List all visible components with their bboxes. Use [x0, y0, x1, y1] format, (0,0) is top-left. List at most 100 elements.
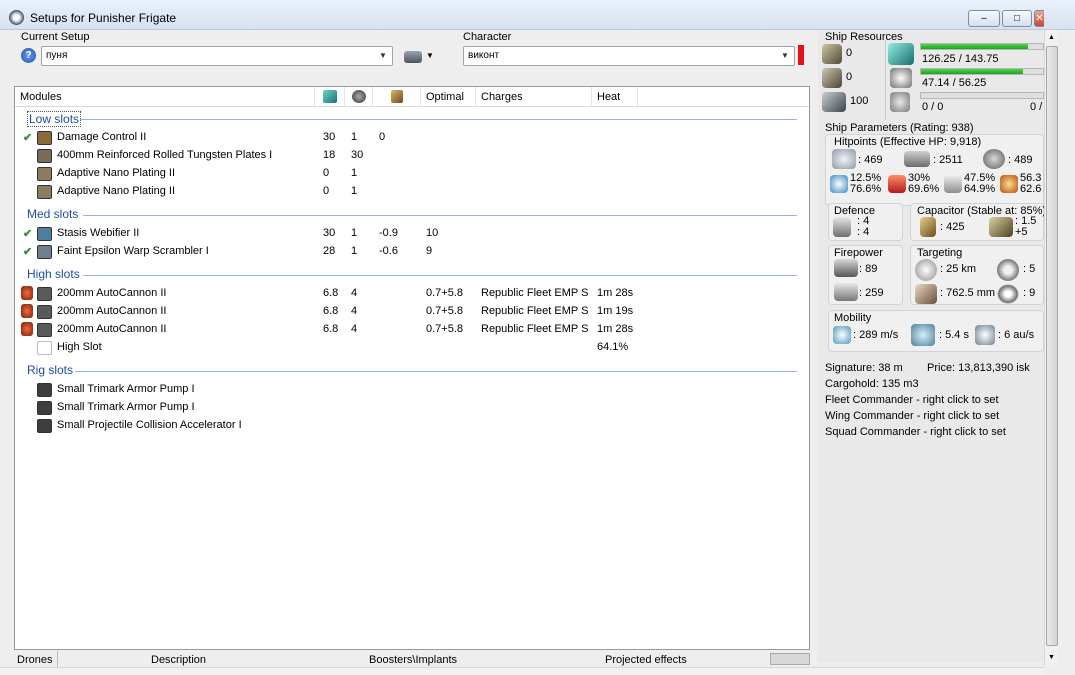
ship-icon	[404, 51, 422, 63]
online-check-icon[interactable]: ✔	[23, 245, 32, 258]
scan-resolution: : 762.5 mm	[940, 287, 996, 299]
cpu-bar	[920, 43, 1044, 50]
explosive-resist-icon	[1000, 175, 1018, 193]
module-power: 1	[351, 131, 358, 143]
window-title: Setups for Punisher Frigate	[30, 11, 177, 25]
col-modules[interactable]: Modules	[15, 87, 315, 107]
setup-select[interactable]: пуня ▼	[41, 46, 393, 66]
section-title: Rig slots	[27, 363, 74, 377]
module-cpu: 6.8	[323, 323, 339, 335]
module-capacitor: -0.9	[379, 227, 398, 239]
capacitor-amount: : 425	[940, 221, 965, 233]
setups-window: Setups for Punisher Frigate – □ ✕ Curren…	[0, 0, 1075, 675]
module-name: High Slot	[57, 341, 102, 353]
module-row[interactable]: High Slot 64.1%	[15, 339, 809, 357]
module-row[interactable]: 400mm Reinforced Rolled Tungsten Plates …	[15, 147, 809, 165]
module-optimal: 0.7+5.8	[426, 323, 464, 335]
overheat-icon[interactable]	[21, 286, 33, 300]
capacitor-icon	[920, 217, 936, 237]
power-bar	[920, 68, 1044, 75]
warp-speed-icon	[975, 325, 995, 345]
character-value: виконт	[468, 50, 500, 61]
kinetic-resist-icon	[944, 175, 962, 193]
module-row[interactable]: ✔ Stasis Webifier II 30 1 -0.9 10	[15, 225, 809, 243]
character-status-indicator	[798, 45, 804, 65]
close-button[interactable]: ✕	[1034, 10, 1044, 27]
col-capacitor[interactable]	[373, 87, 421, 107]
module-cpu: 28	[323, 245, 336, 257]
module-name: Small Projectile Collision Accelerator I	[57, 419, 242, 431]
scrollbar-thumb[interactable]	[1046, 46, 1058, 646]
module-power: 4	[351, 287, 358, 299]
tab-drones[interactable]: Drones	[17, 654, 52, 666]
capacitor-icon	[390, 90, 403, 103]
module-cpu: 6.8	[323, 287, 339, 299]
module-power: 4	[351, 323, 358, 335]
defence-value-2: : 4	[857, 226, 870, 238]
minimize-button[interactable]: –	[968, 10, 1000, 27]
module-charges: Republic Fleet EMP S	[481, 287, 589, 299]
squad-commander[interactable]: Squad Commander - right click to set	[825, 426, 1006, 438]
overheat-icon[interactable]	[21, 304, 33, 318]
module-row[interactable]: Small Projectile Collision Accelerator I	[15, 417, 809, 435]
module-row[interactable]: ✔ Damage Control II 30 1 0	[15, 129, 809, 147]
online-check-icon[interactable]: ✔	[23, 227, 32, 240]
tab-boosters-implants[interactable]: Boosters\Implants	[369, 654, 457, 666]
title-bar[interactable]: Setups for Punisher Frigate – □ ✕	[0, 0, 1075, 30]
maximize-button[interactable]: □	[1002, 10, 1032, 27]
chevron-down-icon: ▼	[426, 51, 434, 60]
modules-list[interactable]: Modules Optimal Charges Heat Low slots ✔ D…	[14, 86, 810, 650]
module-name: Small Trimark Armor Pump I	[57, 401, 195, 413]
online-check-icon[interactable]: ✔	[23, 131, 32, 144]
firepower-box: Firepower : 89 : 259	[828, 245, 903, 305]
dps-value: : 89	[859, 263, 878, 275]
max-velocity: : 289 m/s	[853, 329, 899, 341]
module-row[interactable]: 200mm AutoCannon II 6.8 4 0.7+5.8 Republic F…	[15, 303, 809, 321]
module-row[interactable]: Adaptive Nano Plating II 0 1	[15, 183, 809, 201]
overheat-icon[interactable]	[21, 322, 33, 336]
vertical-scrollbar[interactable]: ▲ ▼	[1044, 30, 1058, 666]
module-icon	[37, 245, 52, 259]
section-title: Low slots	[27, 111, 82, 127]
tab-description[interactable]: Description	[151, 654, 206, 666]
scroll-up-icon[interactable]: ▲	[1048, 34, 1055, 41]
volley-icon	[834, 283, 858, 301]
character-select[interactable]: виконт ▼	[463, 46, 795, 66]
col-power[interactable]	[345, 87, 373, 107]
module-row[interactable]: 200mm AutoCannon II 6.8 4 0.7+5.8 Republic F…	[15, 285, 809, 303]
module-row[interactable]: ✔ Faint Epsilon Warp Scrambler I 28 1 -0.6 9	[15, 243, 809, 261]
fleet-commander[interactable]: Fleet Commander - right click to set	[825, 394, 999, 406]
col-optimal[interactable]: Optimal	[421, 87, 476, 107]
targeting-range: : 25 km	[940, 263, 977, 275]
col-charges[interactable]: Charges	[476, 87, 592, 107]
speed-icon	[833, 326, 851, 344]
setup-menu-button[interactable]: ▼	[404, 49, 434, 65]
module-row[interactable]: Adaptive Nano Plating II 0 1	[15, 165, 809, 183]
splitter-handle[interactable]	[770, 653, 810, 665]
horizontal-scrollbar[interactable]	[0, 667, 1044, 675]
chevron-down-icon: ▼	[379, 51, 387, 60]
tab-projected-effects[interactable]: Projected effects	[605, 654, 687, 666]
sensor-strength: : 9	[1023, 287, 1036, 299]
module-icon	[37, 419, 52, 433]
col-cpu[interactable]	[315, 87, 345, 107]
wing-commander[interactable]: Wing Commander - right click to set	[825, 410, 999, 422]
cargohold: Cargohold: 135 m3	[825, 378, 919, 390]
module-power: 1	[351, 245, 358, 257]
module-row[interactable]: 200mm AutoCannon II 6.8 4 0.7+5.8 Republic F…	[15, 321, 809, 339]
defence-box: Defence : 4 : 4	[828, 203, 903, 241]
sensor-strength-icon	[997, 284, 1019, 304]
module-power: 1	[351, 167, 358, 179]
targeting-label: Targeting	[917, 247, 963, 259]
col-heat[interactable]: Heat	[592, 87, 638, 107]
module-power: 4	[351, 305, 358, 317]
module-icon	[37, 383, 52, 397]
module-optimal: 10	[426, 227, 439, 239]
module-icon	[37, 287, 52, 301]
module-row[interactable]: Small Trimark Armor Pump I	[15, 399, 809, 417]
scroll-down-icon[interactable]: ▼	[1048, 654, 1055, 661]
turret-hardpoint-icon	[822, 44, 842, 64]
help-icon[interactable]: ?	[21, 48, 36, 63]
module-row[interactable]: Small Trimark Armor Pump I	[15, 381, 809, 399]
module-heat: 64.1%	[597, 341, 629, 353]
